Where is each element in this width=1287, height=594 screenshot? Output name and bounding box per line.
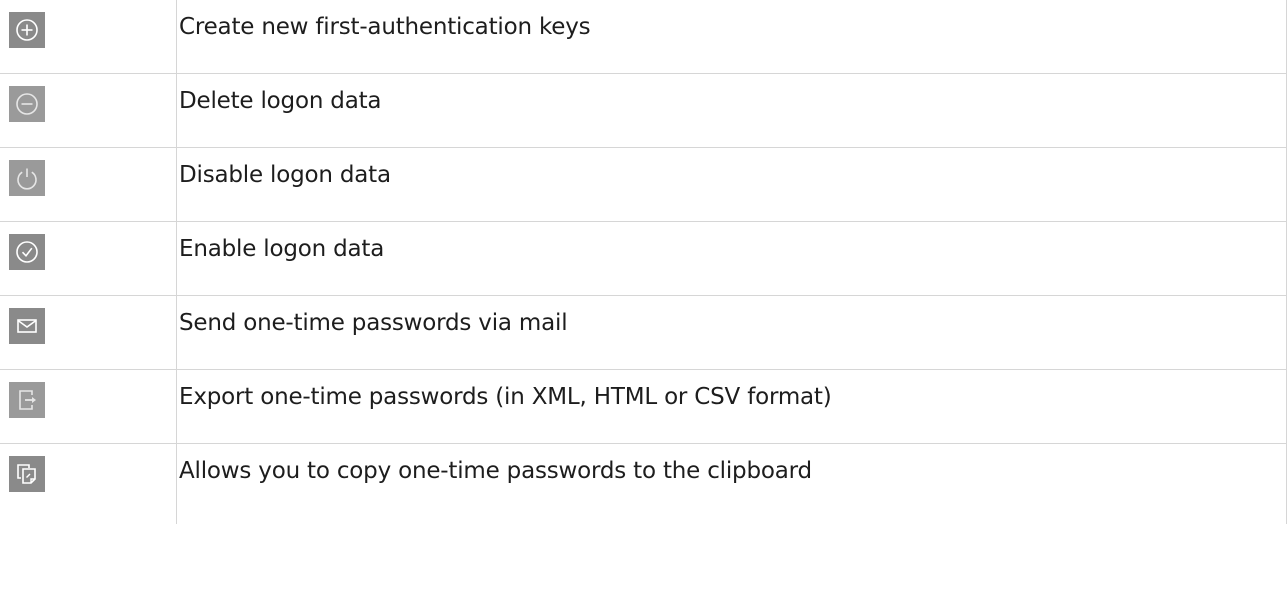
description-cell: Export one-time passwords (in XML, HTML … bbox=[176, 369, 1287, 444]
icon-cell bbox=[0, 147, 177, 222]
table-row: Allows you to copy one-time passwords to… bbox=[0, 443, 1287, 524]
power-icon[interactable] bbox=[9, 160, 45, 196]
action-label: Disable logon data bbox=[179, 162, 391, 188]
description-cell: Allows you to copy one-time passwords to… bbox=[176, 443, 1287, 524]
check-circle-icon[interactable] bbox=[9, 234, 45, 270]
table-row: Export one-time passwords (in XML, HTML … bbox=[0, 369, 1287, 444]
icon-cell bbox=[0, 295, 177, 370]
table-row: Create new first-authentication keys bbox=[0, 0, 1287, 74]
remove-circle-icon[interactable] bbox=[9, 86, 45, 122]
table-row: Disable logon data bbox=[0, 147, 1287, 222]
description-cell: Send one-time passwords via mail bbox=[176, 295, 1287, 370]
add-circle-icon[interactable] bbox=[9, 12, 45, 48]
copy-clipboard-icon[interactable] bbox=[9, 456, 45, 492]
envelope-icon[interactable] bbox=[9, 308, 45, 344]
action-label: Delete logon data bbox=[179, 88, 382, 114]
icon-cell bbox=[0, 443, 177, 524]
icon-cell bbox=[0, 369, 177, 444]
action-label: Send one-time passwords via mail bbox=[179, 310, 568, 336]
export-icon[interactable] bbox=[9, 382, 45, 418]
table-row: Delete logon data bbox=[0, 73, 1287, 148]
action-label: Export one-time passwords (in XML, HTML … bbox=[179, 384, 832, 410]
icon-cell bbox=[0, 221, 177, 296]
icon-cell bbox=[0, 0, 177, 74]
actions-table: Create new first-authentication keys Del… bbox=[0, 0, 1287, 524]
description-cell: Disable logon data bbox=[176, 147, 1287, 222]
description-cell: Delete logon data bbox=[176, 73, 1287, 148]
description-cell: Enable logon data bbox=[176, 221, 1287, 296]
action-label: Enable logon data bbox=[179, 236, 385, 262]
table-row: Enable logon data bbox=[0, 221, 1287, 296]
action-label: Allows you to copy one-time passwords to… bbox=[179, 458, 812, 484]
table-row: Send one-time passwords via mail bbox=[0, 295, 1287, 370]
icon-cell bbox=[0, 73, 177, 148]
action-label: Create new first-authentication keys bbox=[179, 14, 591, 40]
description-cell: Create new first-authentication keys bbox=[176, 0, 1287, 74]
